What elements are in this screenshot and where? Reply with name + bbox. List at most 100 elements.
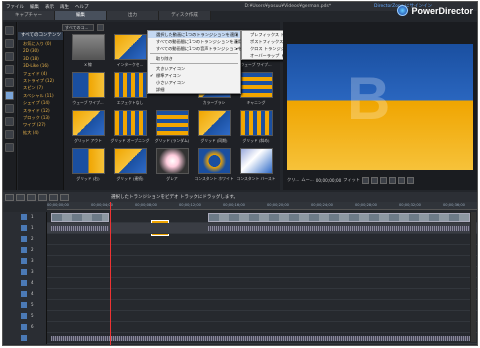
category-item[interactable]: 3D-Like (16)	[18, 62, 63, 69]
import-icon[interactable]	[97, 23, 104, 31]
transition-thumb[interactable]	[114, 148, 147, 174]
title-track[interactable]: 6	[3, 322, 477, 333]
menu-item-large-icons[interactable]: 大きいアイコン	[148, 65, 240, 72]
category-item[interactable]: ストライプ (12)	[18, 77, 63, 84]
menu-item-remove[interactable]: 取り除き	[148, 55, 240, 62]
audio-track[interactable]: 5	[3, 311, 477, 322]
menu-help[interactable]: ヘルプ	[72, 4, 92, 10]
transition-thumb[interactable]	[72, 34, 105, 60]
particle-room-icon[interactable]	[5, 65, 14, 74]
preview-letter: B	[347, 65, 391, 132]
transition-thumb[interactable]	[156, 110, 189, 136]
menu-view[interactable]: 表示	[42, 4, 57, 10]
video-track[interactable]: 4	[3, 278, 477, 289]
preview-screen[interactable]: B	[287, 44, 473, 170]
transition-thumb[interactable]	[72, 148, 105, 174]
category-item[interactable]: ワイプ (27)	[18, 121, 63, 128]
tools-icon[interactable]	[60, 193, 69, 201]
prev-frame-icon[interactable]	[379, 176, 387, 184]
ruler-tick: 00;00;12;00	[179, 203, 201, 207]
transition-thumb[interactable]	[114, 34, 147, 60]
trim-icon[interactable]	[38, 193, 47, 201]
transition-room-icon[interactable]	[5, 91, 14, 100]
audio-track[interactable]: 3	[3, 267, 477, 278]
audio-track-icon	[21, 313, 27, 319]
transition-thumb[interactable]	[72, 72, 105, 98]
menu-item-details[interactable]: 詳細	[148, 86, 240, 93]
track-number: 1	[31, 225, 34, 230]
category-item[interactable]: 拡大 (4)	[18, 129, 63, 136]
tab-produce[interactable]: 出力	[107, 11, 159, 20]
audio-track[interactable]: 4	[3, 289, 477, 300]
category-item[interactable]: 3D (18)	[18, 55, 63, 62]
menu-item-apply-all-audio[interactable]: すべての動画間に1つの音声トランジションを適用	[148, 45, 250, 52]
transition-thumb[interactable]	[240, 110, 273, 136]
stop-icon[interactable]	[370, 176, 378, 184]
transition-thumb[interactable]	[114, 110, 147, 136]
vertical-scrollbar[interactable]	[470, 212, 476, 342]
music-track[interactable]	[3, 333, 477, 344]
storyboard-view-icon[interactable]	[16, 193, 25, 201]
audio-track[interactable]: 1	[3, 223, 477, 234]
tab-disc[interactable]: ディスク作成	[159, 11, 211, 20]
split-icon[interactable]	[27, 193, 36, 201]
effect-room-icon[interactable]	[5, 39, 14, 48]
transition-thumb[interactable]	[240, 148, 273, 174]
transition-thumb[interactable]	[198, 110, 231, 136]
fit-dropdown[interactable]: フィット	[343, 177, 360, 183]
transition-thumb[interactable]	[72, 110, 105, 136]
timeline-view-icon[interactable]	[5, 193, 14, 201]
menu-edit[interactable]: 編集	[27, 4, 42, 10]
play-icon[interactable]	[361, 176, 369, 184]
time-ruler[interactable]: 00;00;00;00 00;00;04;00 00;00;08;00 00;0…	[47, 202, 477, 210]
title-room-icon[interactable]	[5, 78, 14, 87]
transition-thumb[interactable]	[240, 72, 273, 98]
transition-label: エフェクトなし	[116, 100, 144, 105]
category-item[interactable]: スライド (12)	[18, 107, 63, 114]
video-track-icon	[21, 236, 27, 242]
next-frame-icon[interactable]	[388, 176, 396, 184]
snapshot-icon[interactable]	[397, 176, 405, 184]
video-track[interactable]: 2	[3, 234, 477, 245]
track-header: 1	[3, 223, 47, 234]
chapter-room-icon[interactable]	[5, 130, 14, 139]
video-track[interactable]: 3	[3, 256, 477, 267]
transition-thumb[interactable]	[114, 72, 147, 98]
category-item[interactable]: スピン (7)	[18, 84, 63, 91]
category-item[interactable]: シェイプ (14)	[18, 99, 63, 106]
playhead[interactable]	[110, 202, 111, 345]
track-number: 4	[31, 280, 34, 285]
clip-mode-button[interactable]: クリ...	[287, 177, 299, 183]
transition-thumb[interactable]	[198, 148, 231, 174]
menu-item-apply-selected[interactable]: 選択した動画に1つのトランジションを適用	[148, 31, 240, 38]
movie-mode-button[interactable]: ムー...	[301, 177, 313, 183]
video-clip[interactable]	[208, 213, 470, 222]
menu-item-apply-all-video[interactable]: すべての動画間に1つのトランジションを適用	[148, 38, 242, 45]
category-item[interactable]: フェイド (4)	[18, 70, 63, 77]
media-room-icon[interactable]	[5, 26, 14, 35]
fix-enhance-icon[interactable]	[49, 193, 58, 201]
pip-room-icon[interactable]	[5, 52, 14, 61]
category-item[interactable]: お気に入り (0)	[18, 40, 63, 47]
audio-room-icon[interactable]	[5, 104, 14, 113]
category-item[interactable]: スペシャル (11)	[18, 92, 63, 99]
video-track[interactable]: 1	[3, 212, 477, 223]
content-filter-dropdown[interactable]: すべてのコ...	[62, 23, 94, 31]
transition-thumb[interactable]	[156, 148, 189, 174]
category-item[interactable]: 2D (30)	[18, 47, 63, 54]
volume-icon[interactable]	[406, 176, 414, 184]
subtitle-room-icon[interactable]	[5, 143, 14, 152]
tab-capture[interactable]: キャプチャー	[3, 11, 55, 20]
menu-item-standard-icons[interactable]: 標準アイコン	[148, 72, 240, 79]
menu-play[interactable]: 再生	[57, 4, 72, 10]
tab-edit[interactable]: 編集	[55, 11, 107, 20]
voice-room-icon[interactable]	[5, 117, 14, 126]
category-item[interactable]: ブロック (13)	[18, 114, 63, 121]
transition-label: グリッド (右)	[76, 176, 100, 181]
category-header[interactable]: すべてのコンテンツ	[18, 32, 63, 40]
video-clip[interactable]	[51, 213, 109, 222]
video-track[interactable]: 5	[3, 300, 477, 311]
menu-item-small-icons[interactable]: 小さいアイコン	[148, 79, 240, 86]
menu-file[interactable]: ファイル	[3, 4, 27, 10]
audio-track[interactable]: 2	[3, 245, 477, 256]
